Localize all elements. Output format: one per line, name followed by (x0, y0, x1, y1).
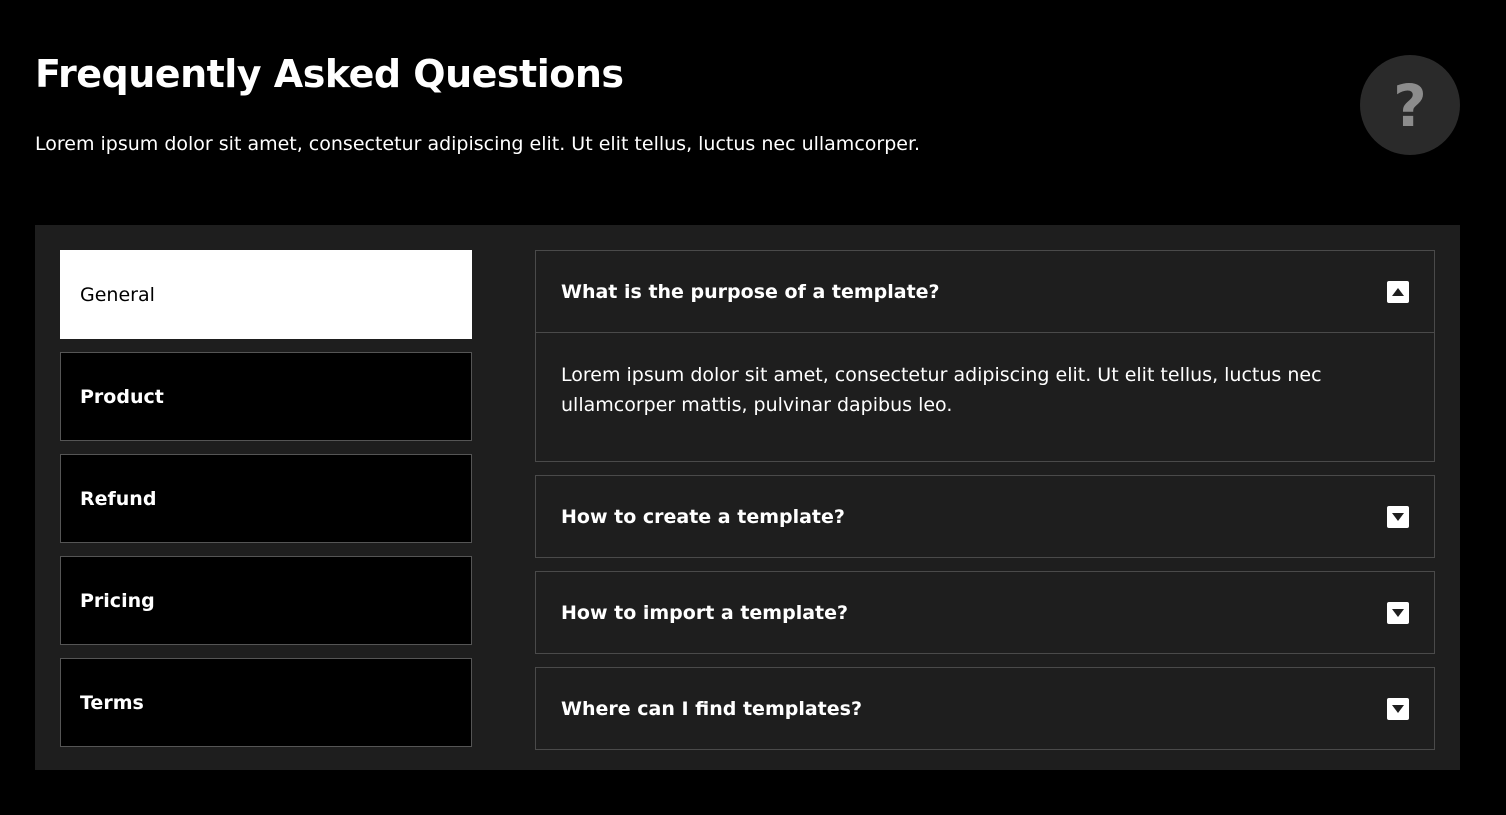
faq-question-toggle[interactable]: How to create a template? (536, 476, 1434, 557)
tab-refund[interactable]: Refund (60, 454, 472, 543)
faq-page: Frequently Asked Questions Lorem ipsum d… (0, 0, 1506, 815)
faq-question-toggle[interactable]: How to import a template? (536, 572, 1434, 653)
faq-item: Where can I find templates? (535, 667, 1435, 750)
page-title: Frequently Asked Questions (35, 52, 624, 96)
faq-accordion: What is the purpose of a template? Lorem… (535, 250, 1435, 763)
faq-question: Where can I find templates? (561, 697, 862, 720)
tab-label: General (80, 283, 155, 306)
faq-question: How to create a template? (561, 505, 845, 528)
tab-product[interactable]: Product (60, 352, 472, 441)
tab-pricing[interactable]: Pricing (60, 556, 472, 645)
faq-question-toggle[interactable]: Where can I find templates? (536, 668, 1434, 749)
faq-item: How to import a template? (535, 571, 1435, 654)
faq-question-toggle[interactable]: What is the purpose of a template? (536, 251, 1434, 332)
expand-icon[interactable] (1387, 505, 1409, 528)
tab-label: Pricing (80, 589, 155, 612)
question-mark-icon: ? (1360, 55, 1460, 155)
expand-icon[interactable] (1387, 601, 1409, 624)
tab-label: Terms (80, 691, 144, 714)
tab-label: Product (80, 385, 164, 408)
collapse-icon[interactable] (1387, 280, 1409, 303)
faq-item: How to create a template? (535, 475, 1435, 558)
category-tabs: General Product Refund Pricing Terms (60, 250, 472, 760)
tab-terms[interactable]: Terms (60, 658, 472, 747)
page-subtitle: Lorem ipsum dolor sit amet, consectetur … (35, 133, 921, 155)
question-mark-glyph: ? (1393, 72, 1427, 140)
faq-panel: General Product Refund Pricing Terms Wha… (35, 225, 1460, 770)
faq-question: What is the purpose of a template? (561, 280, 940, 303)
faq-answer: Lorem ipsum dolor sit amet, consectetur … (536, 332, 1434, 461)
tab-label: Refund (80, 487, 157, 510)
tab-general[interactable]: General (60, 250, 472, 339)
faq-item: What is the purpose of a template? Lorem… (535, 250, 1435, 462)
expand-icon[interactable] (1387, 697, 1409, 720)
faq-question: How to import a template? (561, 601, 849, 624)
